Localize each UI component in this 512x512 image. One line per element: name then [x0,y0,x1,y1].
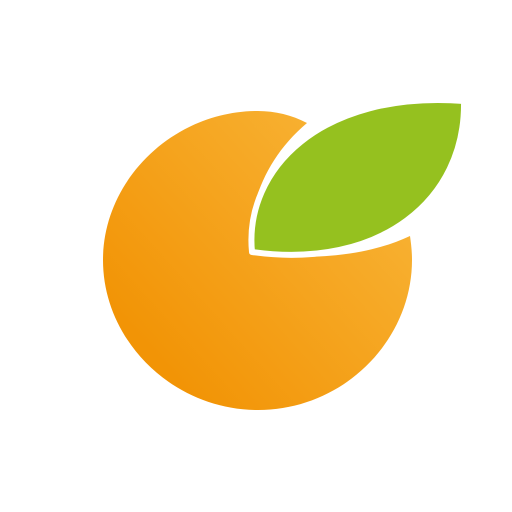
orange-fruit-with-leaf-icon [103,97,468,410]
app-icon-canvas [0,0,512,512]
